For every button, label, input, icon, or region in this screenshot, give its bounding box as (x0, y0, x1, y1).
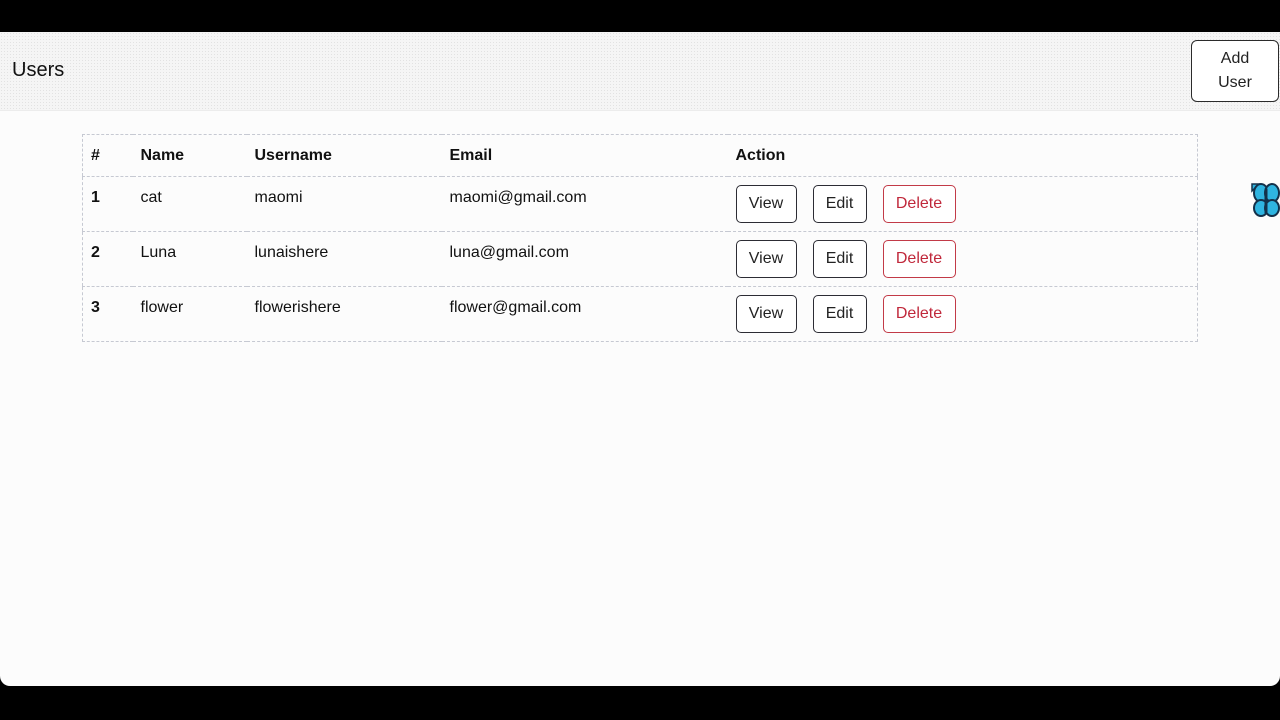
view-button[interactable]: View (735, 185, 797, 223)
row-index: 1 (91, 189, 100, 206)
table-row: 1 cat maomi maomi@gmail.com View Edit Dele… (82, 176, 1198, 232)
row-actions: View Edit Delete (728, 232, 1198, 287)
column-header-index: # (91, 146, 100, 164)
navbar: Users Add User (0, 32, 1280, 111)
users-table: # Name Username Email Action 1 cat maomi… (82, 134, 1198, 342)
row-username: lunaishere (254, 244, 329, 261)
row-name: Luna (140, 244, 177, 261)
page-title: Users (12, 59, 65, 81)
table-header-row: # Name Username Email Action (83, 135, 1198, 177)
delete-button[interactable]: Delete (882, 240, 956, 278)
row-username: maomi (254, 189, 303, 206)
view-button[interactable]: View (735, 295, 797, 333)
column-header-name: Name (140, 146, 185, 164)
view-button[interactable]: View (735, 240, 797, 278)
column-header-action: Action (735, 146, 786, 164)
delete-button[interactable]: Delete (882, 295, 956, 333)
edit-button[interactable]: Edit (812, 295, 867, 333)
butterfly-cursor-icon (1251, 183, 1280, 217)
page-viewport: Users Add User # Name Username Email Act… (0, 32, 1280, 686)
table-row: 2 Luna lunaishere luna@gmail.com View Edi… (82, 231, 1198, 287)
table-row: 3 flower flowerishere flower@gmail.com V… (82, 286, 1198, 342)
add-user-button[interactable]: Add User (1191, 40, 1279, 102)
edit-button[interactable]: Edit (812, 240, 867, 278)
row-email: luna@gmail.com (449, 244, 569, 261)
row-name: flower (140, 299, 184, 316)
column-header-email: Email (449, 146, 493, 164)
row-username: flowerishere (254, 299, 341, 316)
row-email: flower@gmail.com (449, 299, 582, 316)
row-email: maomi@gmail.com (449, 189, 587, 206)
column-header-username: Username (254, 146, 332, 164)
row-index: 3 (91, 299, 100, 316)
edit-button[interactable]: Edit (812, 185, 867, 223)
delete-button[interactable]: Delete (882, 185, 956, 223)
row-index: 2 (91, 244, 100, 261)
row-actions: View Edit Delete (728, 177, 1198, 232)
row-actions: View Edit Delete (728, 287, 1198, 342)
row-name: cat (140, 189, 162, 206)
